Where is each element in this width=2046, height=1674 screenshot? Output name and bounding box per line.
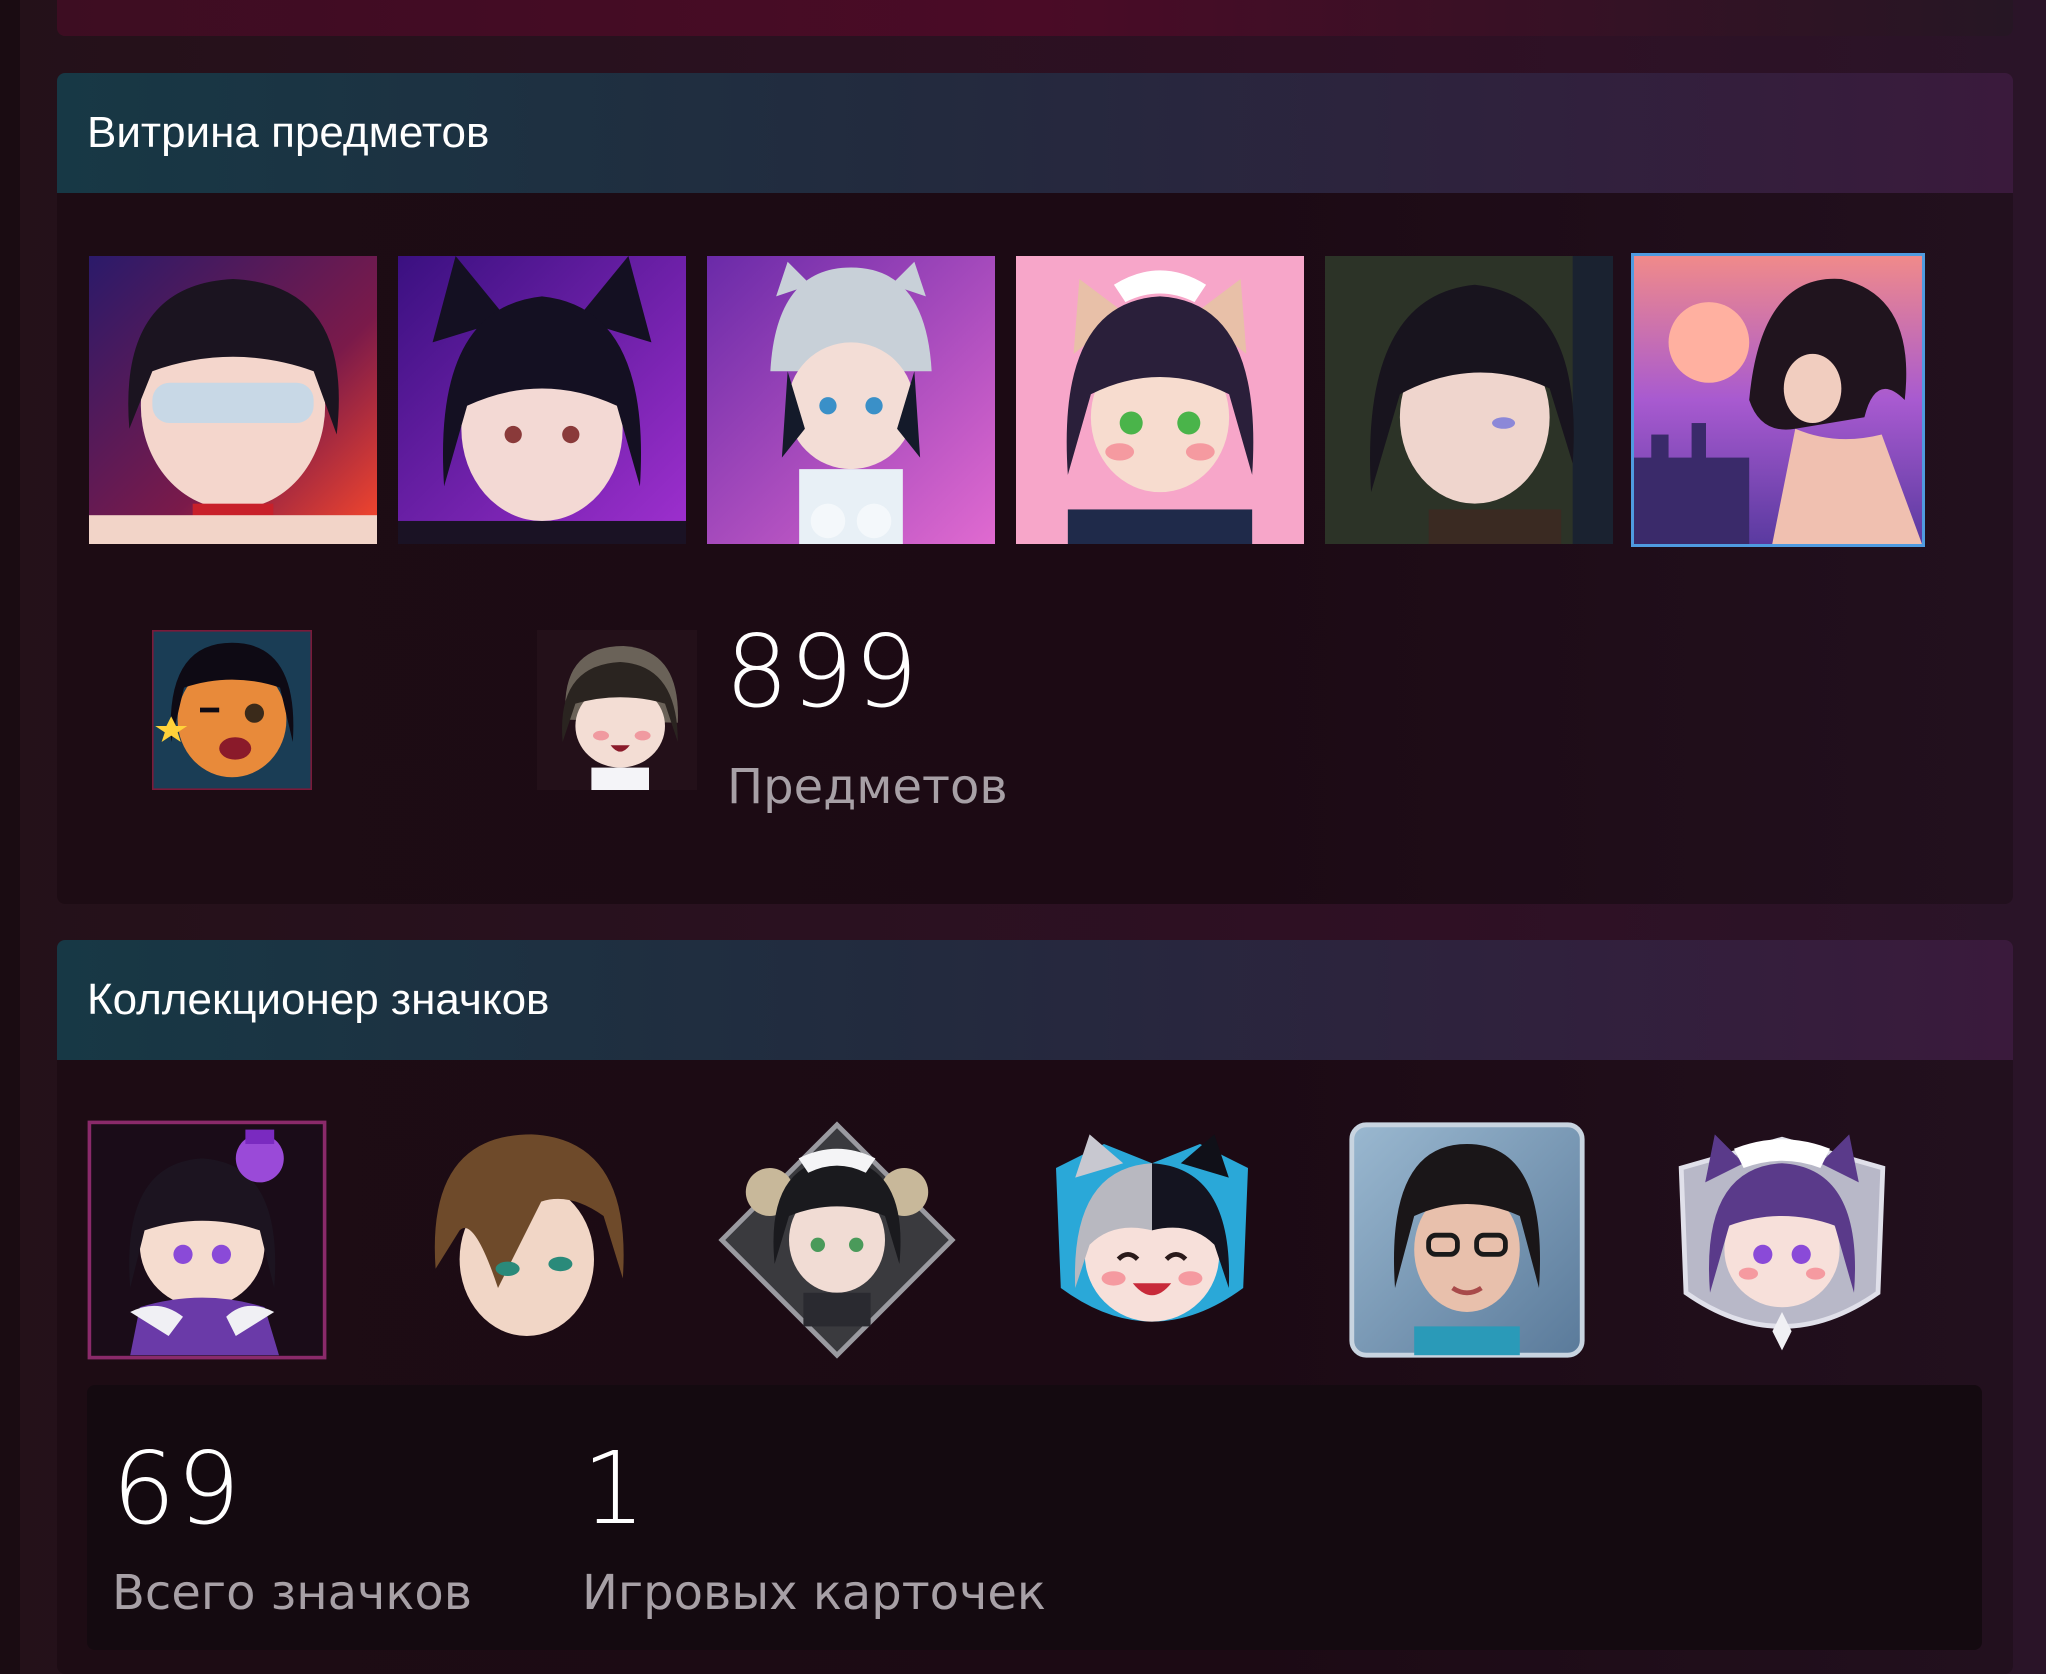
item-showcase-title: Витрина предметов — [87, 108, 490, 157]
badge-3[interactable] — [717, 1120, 957, 1360]
item-count: 899 — [725, 613, 919, 730]
brown-hair-girl-badge-image — [434, 1134, 624, 1336]
total-badges-label: Всего значков — [112, 1565, 473, 1621]
game-cards-label: Игровых карточек — [582, 1565, 1046, 1621]
purple-maid-badge-image — [1678, 1134, 1886, 1351]
sunset-city-girl-avatar-image — [1634, 256, 1922, 544]
total-badges-count: 69 — [112, 1430, 242, 1547]
item-showcase-panel: Витрина предметов 899 Предметов — [57, 73, 2013, 904]
showcase-emote-1[interactable] — [152, 630, 312, 790]
showcase-item-2[interactable] — [398, 256, 686, 544]
item-count-label: Предметов — [727, 759, 1008, 815]
showcase-emote-2[interactable] — [537, 630, 697, 790]
left-border — [0, 0, 20, 1674]
crying-chibi-emote-image — [537, 630, 697, 790]
showcase-item-3[interactable] — [707, 256, 995, 544]
showcase-item-6[interactable] — [1631, 253, 1925, 547]
badge-collector-header: Коллекционер значков — [57, 940, 2013, 1060]
maid-catgirl-avatar-image — [1016, 256, 1304, 544]
glasses-woman-badge-image — [1349, 1122, 1585, 1358]
winking-girl-emote-image — [152, 630, 312, 790]
cat-beanie-girl-avatar-image — [707, 256, 995, 544]
fox-ear-girl-avatar-image — [398, 256, 686, 544]
badge-6[interactable] — [1662, 1120, 1902, 1360]
chibi-queen-badge-image — [87, 1120, 327, 1360]
ram-horn-maid-badge-image — [718, 1121, 956, 1359]
dark-hair-girl-avatar-image — [1325, 256, 1613, 544]
badge-collector-title: Коллекционер значков — [87, 975, 550, 1024]
blindfold-girl-avatar-image — [89, 256, 377, 544]
showcase-item-5[interactable] — [1325, 256, 1613, 544]
badge-5[interactable] — [1347, 1120, 1587, 1360]
badge-stats-box: 69 Всего значков 1 Игровых карточек — [87, 1385, 1982, 1650]
showcase-item-4[interactable] — [1016, 256, 1304, 544]
badge-4[interactable] — [1032, 1120, 1272, 1360]
badge-1[interactable] — [87, 1120, 327, 1360]
item-showcase-header: Витрина предметов — [57, 73, 2013, 193]
game-cards-count: 1 — [582, 1430, 647, 1547]
two-tone-catgirl-badge-image — [1056, 1134, 1248, 1322]
badge-collector-panel: Коллекционер значков 69 Всего значков 1 … — [57, 940, 2013, 1674]
badge-2[interactable] — [402, 1120, 642, 1360]
showcase-item-1[interactable] — [89, 256, 377, 544]
previous-section-bar — [57, 0, 2013, 36]
